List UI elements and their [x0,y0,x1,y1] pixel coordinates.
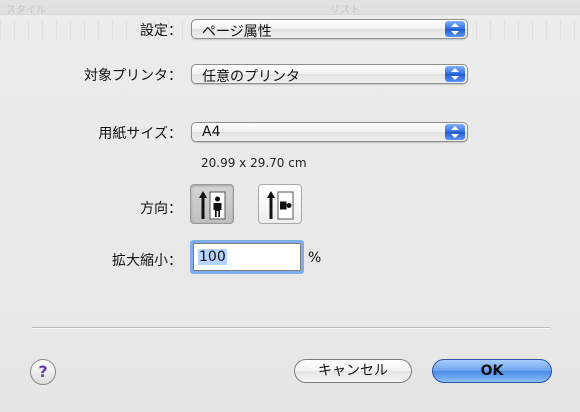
landscape-orientation-icon [267,191,294,220]
settings-label: 設定： [140,23,182,39]
paper-size-popup[interactable]: A4 [191,122,468,142]
help-icon: ? [38,362,48,381]
orientation-landscape-button[interactable] [258,184,302,224]
portrait-orientation-icon [199,191,226,220]
popup-arrows-icon [445,21,465,37]
settings-popup[interactable]: ページ属性 [191,19,468,40]
target-printer-popup[interactable]: 任意のプリンタ [191,64,468,85]
scale-label: 拡大縮小： [112,253,182,269]
paper-size-popup-value: A4 [202,124,221,140]
divider [32,327,550,329]
scale-input-value: 100 [198,249,227,265]
orientation-label: 方向： [140,201,182,217]
orientation-portrait-button[interactable] [190,184,234,224]
background-list-label: リスト [330,5,360,16]
ok-button[interactable]: OK [432,359,552,383]
target-printer-label: 対象プリンタ： [84,68,182,84]
help-button[interactable]: ? [30,359,56,385]
background-toolbar-row: スタイル リスト [0,0,580,16]
paper-dimensions: 20.99 x 29.70 cm [201,156,307,170]
popup-arrows-icon [445,124,465,140]
settings-popup-value: ページ属性 [202,24,272,40]
scale-unit: % [308,250,322,266]
cancel-button[interactable]: キャンセル [294,359,412,383]
popup-arrows-icon [445,66,465,82]
paper-size-label: 用紙サイズ： [98,126,182,142]
scale-input[interactable]: 100 [193,243,301,271]
page-setup-sheet: スタイル リスト 設定： ページ属性 対象プリンタ： 任意のプリンタ 用紙サイズ… [0,0,580,412]
background-style-label: スタイル [6,5,46,16]
target-printer-popup-value: 任意のプリンタ [202,69,300,85]
